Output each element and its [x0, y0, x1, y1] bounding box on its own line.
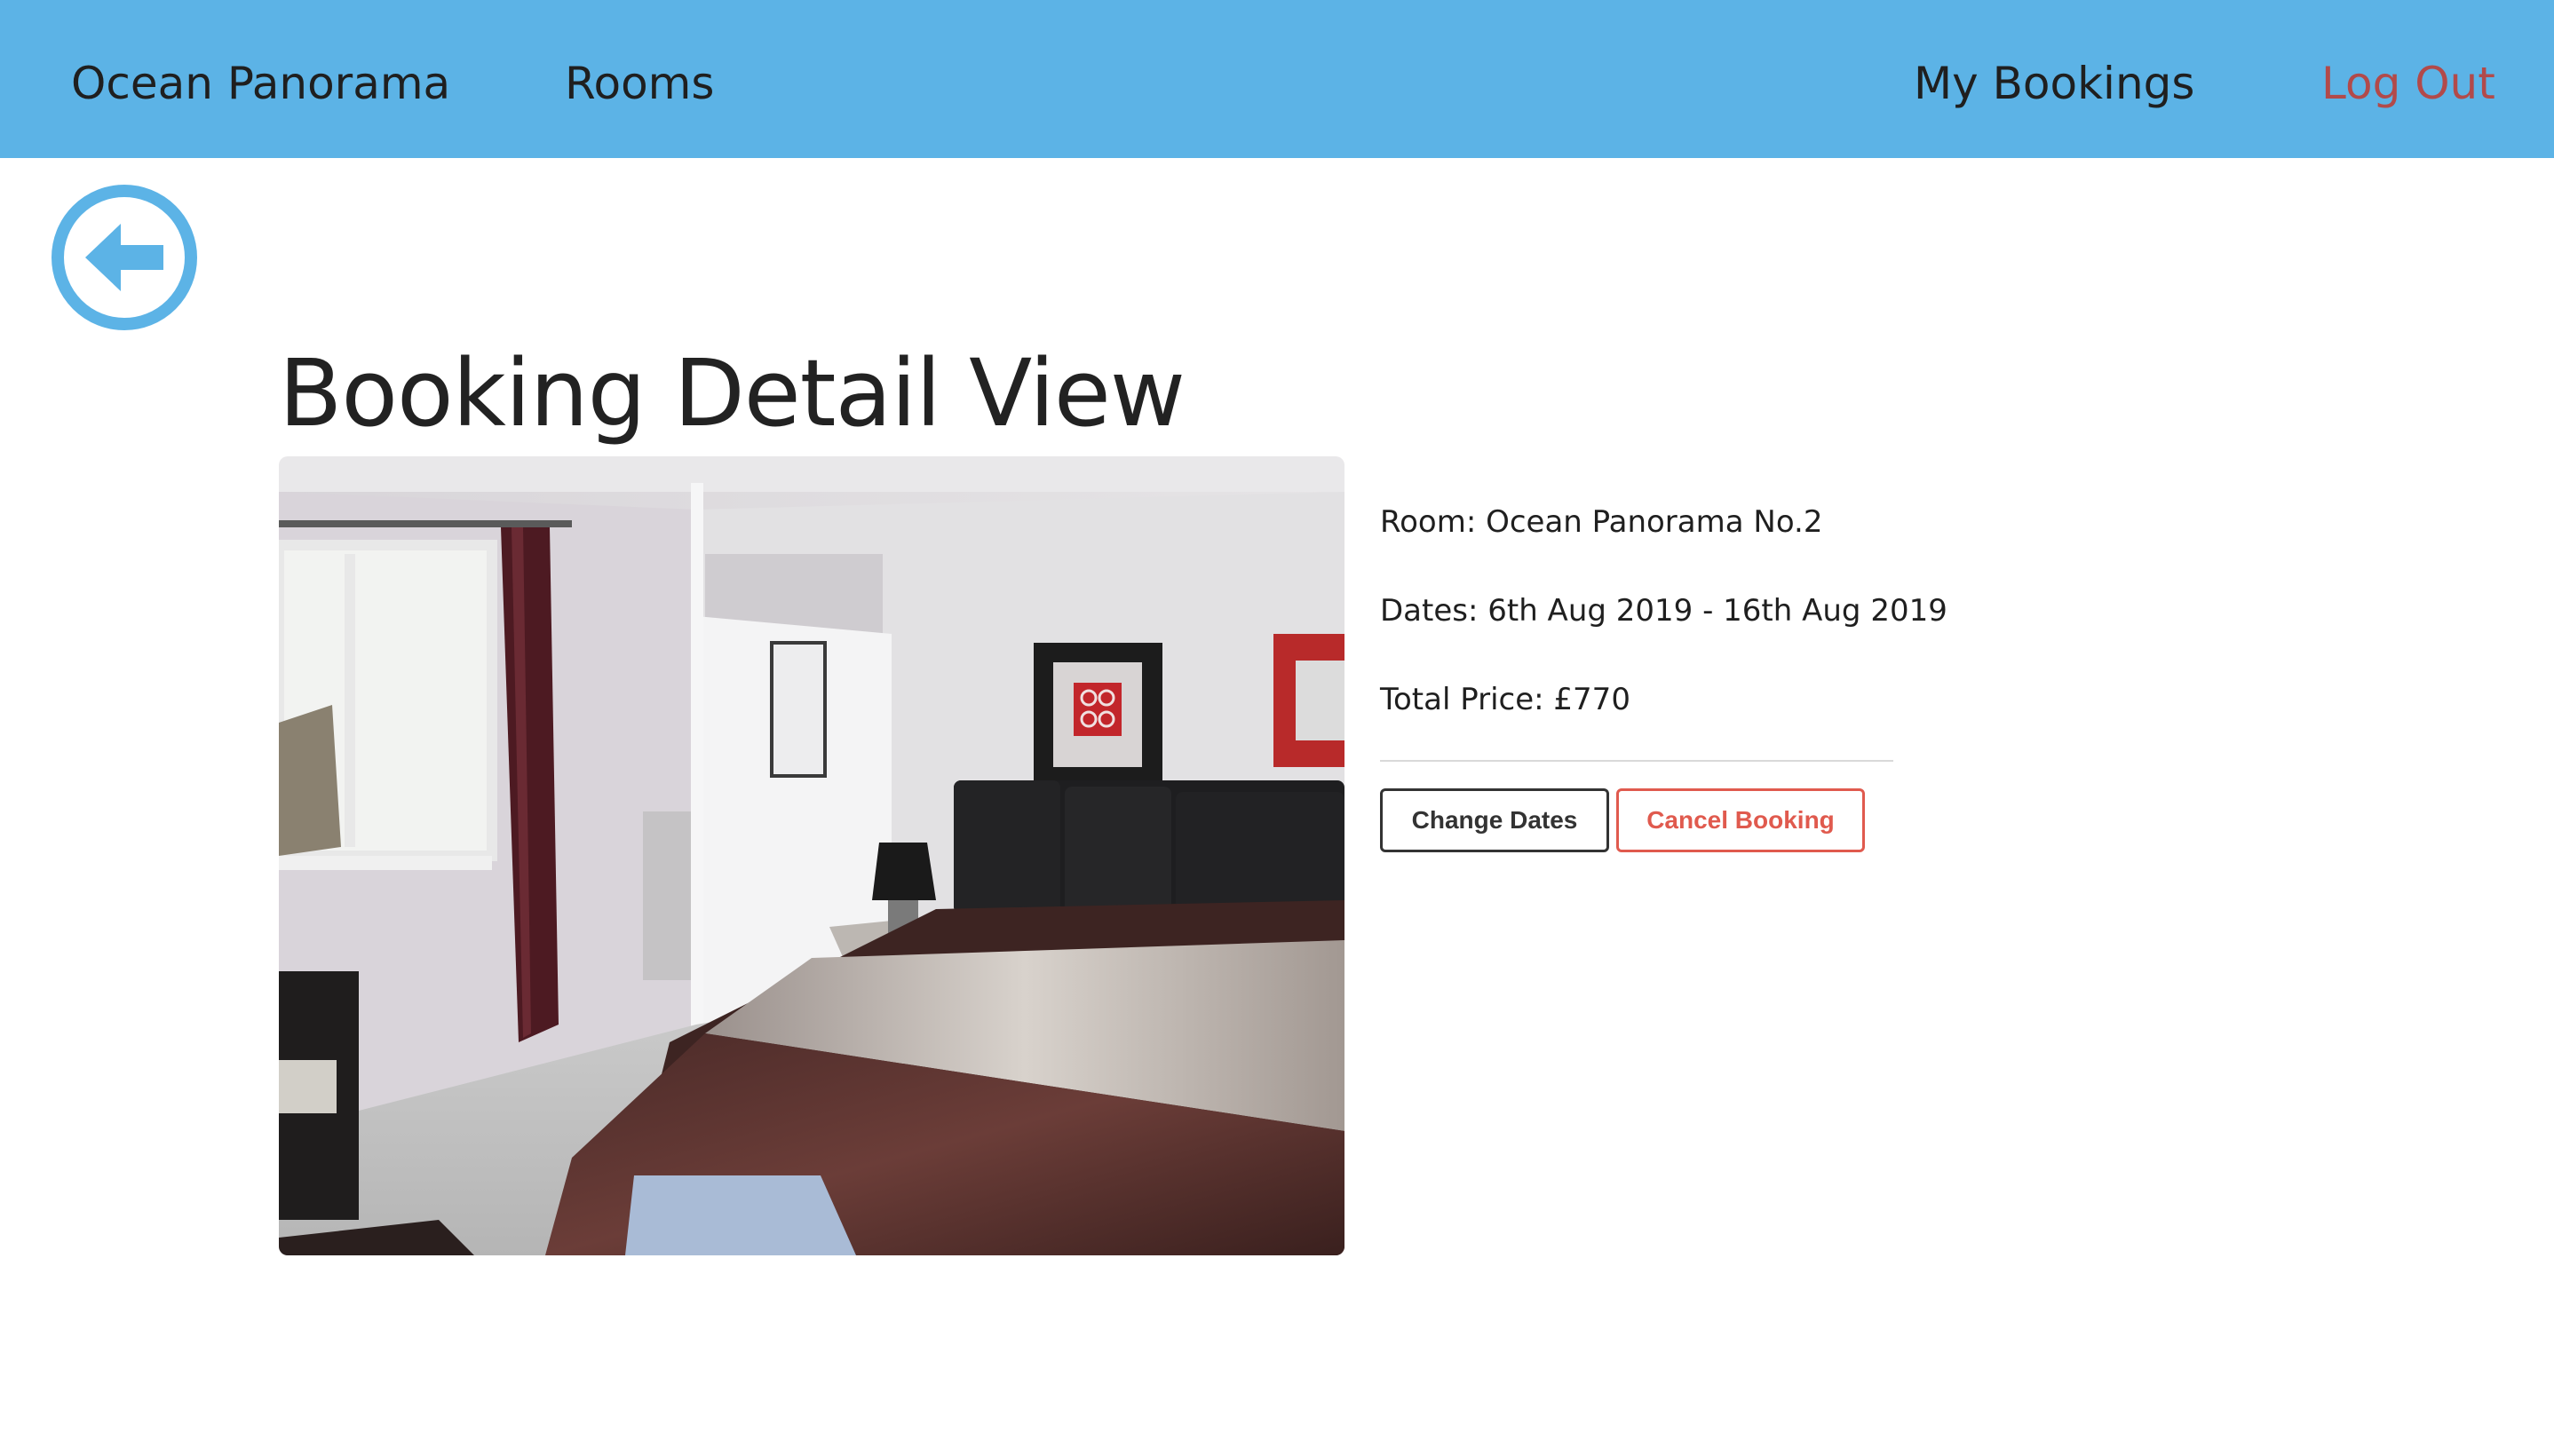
change-dates-button[interactable]: Change Dates — [1380, 788, 1609, 852]
room-photo-image — [279, 456, 1344, 1255]
nav-log-out-link[interactable]: Log Out — [2321, 0, 2495, 158]
booking-dates: Dates: 6th Aug 2019 - 16th Aug 2019 — [1380, 593, 1947, 629]
cancel-booking-button[interactable]: Cancel Booking — [1616, 788, 1865, 852]
booking-room: Room: Ocean Panorama No.2 — [1380, 504, 1823, 540]
nav-brand-link[interactable]: Ocean Panorama — [71, 0, 450, 158]
arrow-left-circle-icon — [52, 185, 197, 330]
nav-my-bookings-link[interactable]: My Bookings — [1914, 0, 2194, 158]
page-title: Booking Detail View — [279, 339, 1186, 447]
booking-total-price: Total Price: £770 — [1380, 682, 1630, 717]
back-button[interactable] — [50, 183, 199, 332]
details-divider — [1380, 760, 1893, 762]
top-navbar: Ocean Panorama Rooms My Bookings Log Out — [0, 0, 2554, 158]
nav-rooms-link[interactable]: Rooms — [565, 0, 714, 158]
room-photo — [279, 456, 1344, 1255]
